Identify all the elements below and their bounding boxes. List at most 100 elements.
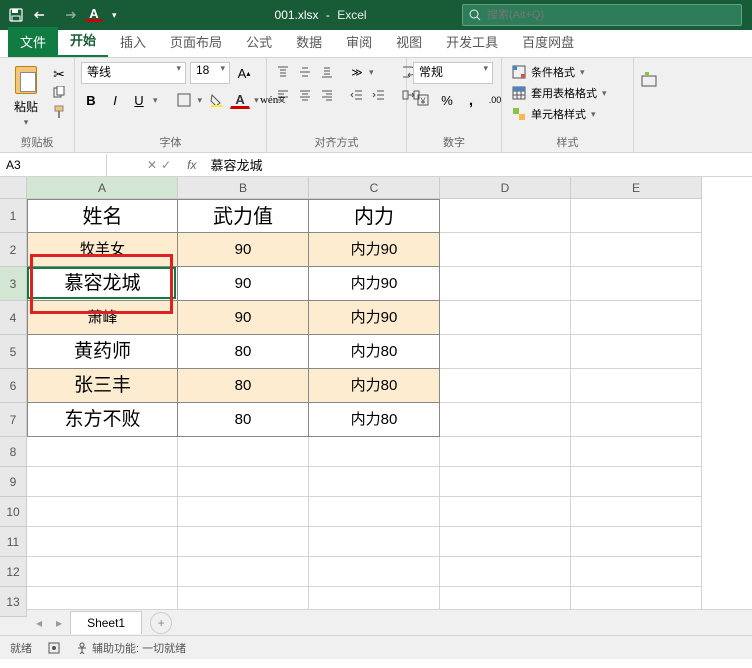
cell-a4[interactable]: 萧峰 bbox=[27, 301, 178, 335]
sheet-nav-next-icon[interactable]: ▸ bbox=[50, 616, 68, 630]
add-sheet-button[interactable]: + bbox=[150, 612, 172, 634]
bold-button[interactable]: B bbox=[81, 90, 101, 110]
paste-button[interactable]: 粘贴 ▾ bbox=[6, 62, 46, 130]
cell-d8[interactable] bbox=[440, 437, 571, 467]
cell-b2[interactable]: 90 bbox=[178, 233, 309, 267]
cell-b11[interactable] bbox=[178, 527, 309, 557]
row-header-12[interactable]: 12 bbox=[0, 557, 27, 587]
cell-a6[interactable]: 张三丰 bbox=[27, 369, 178, 403]
cell-e4[interactable] bbox=[571, 301, 702, 335]
cell-d3[interactable] bbox=[440, 267, 571, 301]
table-format-button[interactable]: 套用表格格式▾ bbox=[508, 83, 611, 103]
cell-d11[interactable] bbox=[440, 527, 571, 557]
row-header-11[interactable]: 11 bbox=[0, 527, 27, 557]
sheet-tab-sheet1[interactable]: Sheet1 bbox=[70, 611, 142, 634]
font-color-icon[interactable]: A bbox=[86, 8, 102, 22]
font-name-select[interactable]: 等线 bbox=[81, 62, 186, 84]
cell-a10[interactable] bbox=[27, 497, 178, 527]
row-header-6[interactable]: 6 bbox=[0, 369, 27, 403]
increase-indent-icon[interactable] bbox=[369, 85, 389, 105]
col-header-a[interactable]: A bbox=[27, 177, 178, 199]
tab-page-layout[interactable]: 页面布局 bbox=[158, 27, 234, 57]
row-header-13[interactable]: 13 bbox=[0, 587, 27, 617]
cell-d5[interactable] bbox=[440, 335, 571, 369]
font-color-button[interactable]: A bbox=[230, 92, 250, 109]
format-painter-icon[interactable] bbox=[50, 104, 68, 120]
cell-d12[interactable] bbox=[440, 557, 571, 587]
cell-b6[interactable]: 80 bbox=[178, 369, 309, 403]
font-size-select[interactable]: 18 bbox=[190, 62, 230, 84]
row-header-3[interactable]: 3 bbox=[0, 267, 27, 301]
cell-b5[interactable]: 80 bbox=[178, 335, 309, 369]
cell-c12[interactable] bbox=[309, 557, 440, 587]
select-all-corner[interactable] bbox=[0, 177, 27, 199]
cell-b1[interactable]: 武力值 bbox=[178, 199, 309, 233]
col-header-e[interactable]: E bbox=[571, 177, 702, 199]
sheet-nav-prev-icon[interactable]: ◂ bbox=[30, 616, 48, 630]
tab-data[interactable]: 数据 bbox=[284, 27, 334, 57]
row-header-10[interactable]: 10 bbox=[0, 497, 27, 527]
enter-formula-icon[interactable]: ✓ bbox=[161, 158, 171, 172]
cell-e11[interactable] bbox=[571, 527, 702, 557]
cell-e9[interactable] bbox=[571, 467, 702, 497]
cell-styles-button[interactable]: 单元格样式▾ bbox=[508, 104, 600, 124]
fill-color-icon[interactable] bbox=[206, 90, 226, 110]
cell-a5[interactable]: 黄药师 bbox=[27, 335, 178, 369]
redo-icon[interactable] bbox=[60, 7, 76, 23]
cell-a9[interactable] bbox=[27, 467, 178, 497]
cell-a11[interactable] bbox=[27, 527, 178, 557]
cell-d6[interactable] bbox=[440, 369, 571, 403]
cell-e1[interactable] bbox=[571, 199, 702, 233]
cell-a13[interactable] bbox=[27, 587, 178, 609]
cell-b10[interactable] bbox=[178, 497, 309, 527]
name-box-input[interactable] bbox=[6, 158, 100, 172]
row-header-8[interactable]: 8 bbox=[0, 437, 27, 467]
col-header-d[interactable]: D bbox=[440, 177, 571, 199]
col-header-b[interactable]: B bbox=[178, 177, 309, 199]
cell-d7[interactable] bbox=[440, 403, 571, 437]
copy-icon[interactable] bbox=[50, 85, 68, 101]
macro-record-icon[interactable] bbox=[48, 642, 60, 654]
row-header-1[interactable]: 1 bbox=[0, 199, 27, 233]
tab-developer[interactable]: 开发工具 bbox=[434, 27, 510, 57]
cell-e13[interactable] bbox=[571, 587, 702, 609]
cell-e2[interactable] bbox=[571, 233, 702, 267]
cell-e10[interactable] bbox=[571, 497, 702, 527]
italic-button[interactable]: I bbox=[105, 90, 125, 110]
tab-formulas[interactable]: 公式 bbox=[234, 27, 284, 57]
row-header-2[interactable]: 2 bbox=[0, 233, 27, 267]
cell-c1[interactable]: 内力 bbox=[309, 199, 440, 233]
border-icon[interactable] bbox=[174, 90, 194, 110]
cell-c6[interactable]: 内力80 bbox=[309, 369, 440, 403]
cell-d4[interactable] bbox=[440, 301, 571, 335]
cell-e6[interactable] bbox=[571, 369, 702, 403]
decrease-indent-icon[interactable] bbox=[347, 85, 367, 105]
cancel-formula-icon[interactable]: ✕ bbox=[147, 158, 157, 172]
search-input[interactable] bbox=[487, 9, 735, 21]
percent-icon[interactable]: % bbox=[437, 90, 457, 110]
cell-c5[interactable]: 内力80 bbox=[309, 335, 440, 369]
tab-file[interactable]: 文件 bbox=[8, 27, 58, 57]
cell-c13[interactable] bbox=[309, 587, 440, 609]
cell-d1[interactable] bbox=[440, 199, 571, 233]
increase-font-icon[interactable]: A▴ bbox=[234, 63, 254, 83]
cell-d2[interactable] bbox=[440, 233, 571, 267]
search-box[interactable] bbox=[462, 4, 742, 26]
row-header-9[interactable]: 9 bbox=[0, 467, 27, 497]
insert-cells-icon[interactable] bbox=[640, 70, 658, 88]
cell-b4[interactable]: 90 bbox=[178, 301, 309, 335]
formula-bar[interactable]: 慕容龙城 bbox=[202, 155, 752, 174]
cell-c10[interactable] bbox=[309, 497, 440, 527]
row-header-4[interactable]: 4 bbox=[0, 301, 27, 335]
accounting-icon[interactable]: ¥ bbox=[413, 90, 433, 110]
cell-a12[interactable] bbox=[27, 557, 178, 587]
cell-c3[interactable]: 内力90 bbox=[309, 267, 440, 301]
align-middle-icon[interactable] bbox=[295, 62, 315, 82]
cell-c11[interactable] bbox=[309, 527, 440, 557]
tab-view[interactable]: 视图 bbox=[384, 27, 434, 57]
cell-b9[interactable] bbox=[178, 467, 309, 497]
cell-e5[interactable] bbox=[571, 335, 702, 369]
cell-e7[interactable] bbox=[571, 403, 702, 437]
row-header-5[interactable]: 5 bbox=[0, 335, 27, 369]
cell-e3[interactable] bbox=[571, 267, 702, 301]
